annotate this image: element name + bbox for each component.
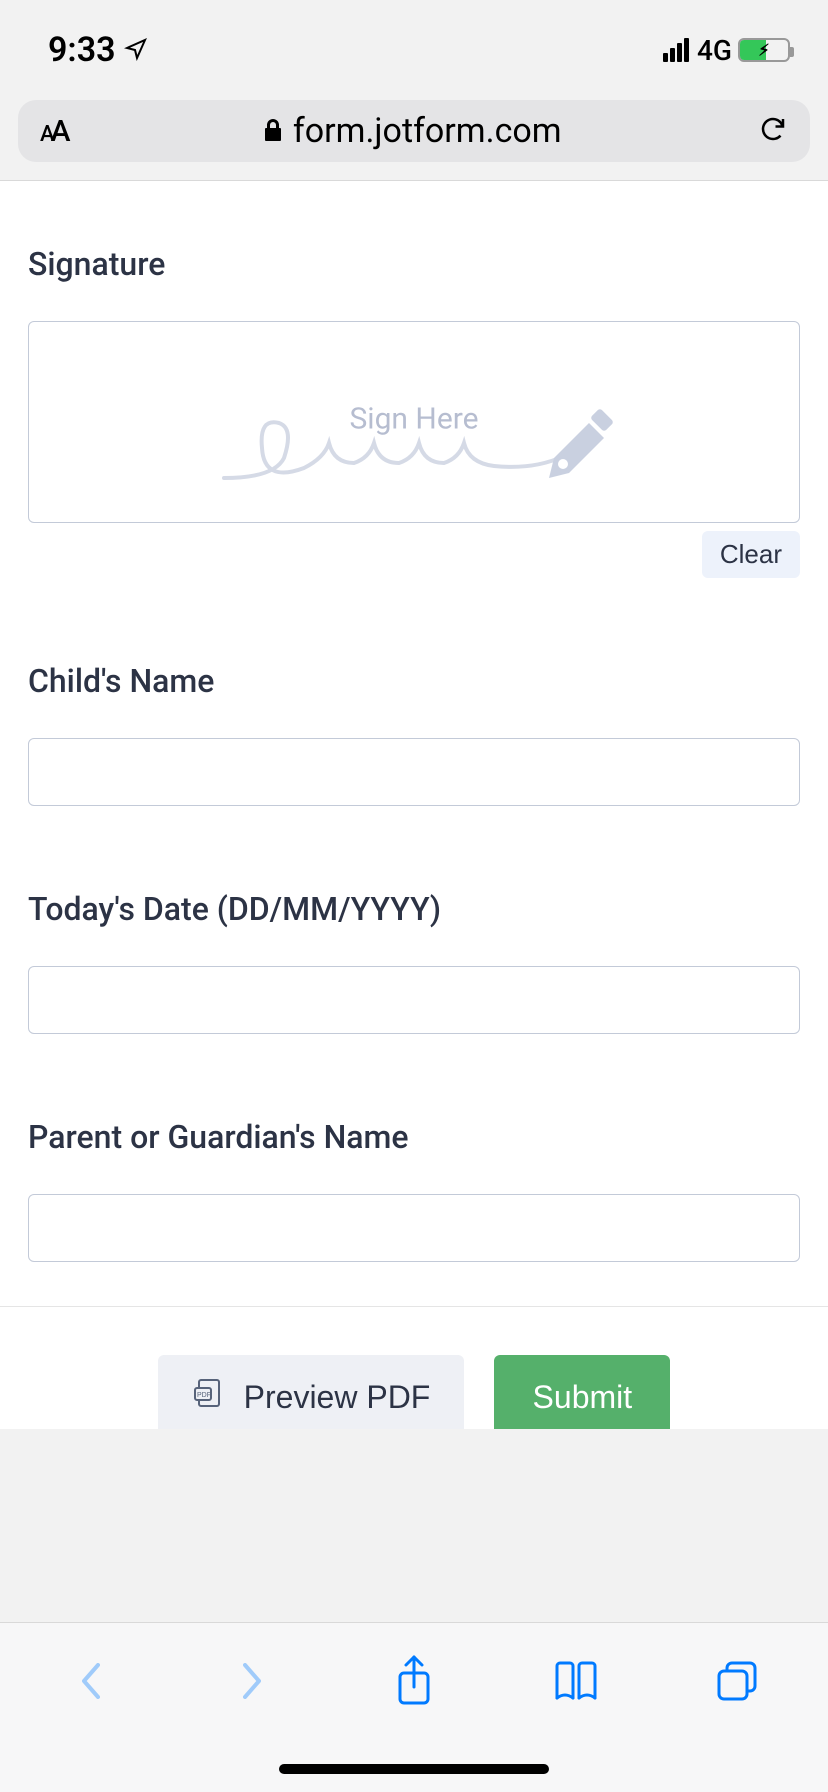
submit-button[interactable]: Submit — [494, 1355, 670, 1429]
home-indicator[interactable] — [279, 1764, 549, 1774]
form-actions: PDF Preview PDF Submit — [0, 1307, 828, 1429]
text-size-button[interactable]: AA — [40, 114, 67, 149]
back-button[interactable] — [61, 1651, 121, 1711]
date-input[interactable] — [28, 966, 800, 1034]
forward-button[interactable] — [222, 1651, 282, 1711]
signature-placeholder-text: Sign Here — [349, 402, 478, 437]
date-field: Today's Date (DD/MM/YYYY) — [28, 890, 800, 1034]
status-left: 9:33 — [48, 30, 148, 70]
share-button[interactable] — [384, 1651, 444, 1711]
date-label: Today's Date (DD/MM/YYYY) — [28, 890, 800, 928]
lock-icon — [263, 111, 283, 151]
child-name-field: Child's Name — [28, 662, 800, 806]
guardian-name-input[interactable] — [28, 1194, 800, 1262]
child-name-label: Child's Name — [28, 662, 800, 700]
signature-pad[interactable]: Sign Here — [28, 321, 800, 523]
bookmarks-button[interactable] — [546, 1651, 606, 1711]
location-arrow-icon — [124, 30, 148, 70]
preview-pdf-label: Preview PDF — [244, 1379, 431, 1416]
status-time: 9:33 — [48, 30, 116, 70]
signature-field: Signature Sign Here Clear — [28, 245, 800, 578]
browser-toolbar — [0, 1622, 828, 1792]
preview-pdf-button[interactable]: PDF Preview PDF — [158, 1355, 465, 1429]
child-name-input[interactable] — [28, 738, 800, 806]
address-bar-url[interactable]: form.jotform.com — [67, 111, 759, 151]
svg-text:PDF: PDF — [197, 1392, 211, 1399]
signature-label: Signature — [28, 245, 800, 283]
pdf-icon: PDF — [192, 1376, 226, 1418]
status-right: 4G ⚡︎ — [663, 34, 790, 67]
url-text: form.jotform.com — [293, 111, 562, 151]
tabs-button[interactable] — [707, 1651, 767, 1711]
reload-icon[interactable] — [758, 114, 788, 148]
battery-icon: ⚡︎ — [738, 38, 790, 62]
status-bar: 9:33 4G ⚡︎ — [0, 0, 828, 100]
page-content: Signature Sign Here Clear Chi — [0, 180, 828, 1429]
cell-signal-icon — [663, 38, 689, 62]
address-bar[interactable]: AA form.jotform.com — [18, 100, 810, 162]
address-bar-container: AA form.jotform.com — [0, 100, 828, 180]
guardian-name-field: Parent or Guardian's Name — [28, 1118, 800, 1262]
clear-signature-button[interactable]: Clear — [702, 531, 800, 578]
guardian-name-label: Parent or Guardian's Name — [28, 1118, 800, 1156]
network-label: 4G — [697, 34, 732, 67]
